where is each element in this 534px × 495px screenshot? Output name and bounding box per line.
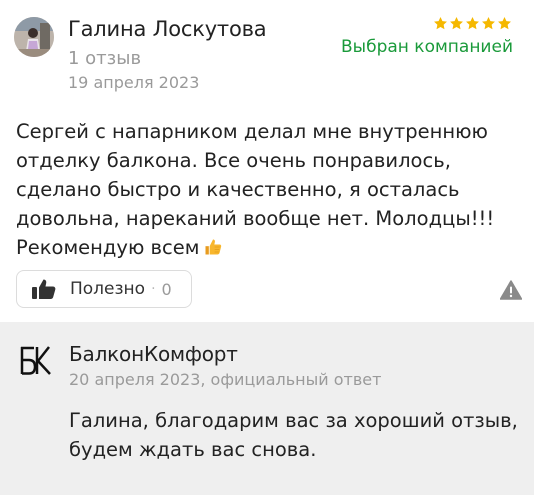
useful-button[interactable]: Полезно · 0 bbox=[16, 270, 192, 308]
thumbs-up-emoji-icon bbox=[205, 239, 222, 255]
reply-meta: 20 апреля 2023, официальный ответ bbox=[69, 370, 382, 389]
useful-count: 0 bbox=[161, 279, 172, 299]
thumbs-up-icon bbox=[32, 279, 56, 299]
company-name[interactable]: БалконКомфорт bbox=[69, 342, 238, 366]
star-icon bbox=[450, 16, 463, 30]
star-icon bbox=[466, 16, 479, 30]
useful-label: Полезно bbox=[70, 279, 146, 299]
rating-stars bbox=[433, 16, 512, 31]
review-card: Галина Лоскутова 1 отзыв 19 апреля 2023 … bbox=[0, 0, 534, 322]
author-name[interactable]: Галина Лоскутова bbox=[68, 17, 267, 41]
review-text: Сергей с напарником делал мне внутреннюю… bbox=[16, 117, 521, 262]
star-icon bbox=[434, 16, 447, 30]
company-logo-icon[interactable] bbox=[18, 343, 52, 379]
useful-separator: · bbox=[151, 281, 156, 297]
review-date: 19 апреля 2023 bbox=[68, 73, 200, 92]
avatar-photo bbox=[14, 17, 54, 57]
warning-icon[interactable] bbox=[500, 280, 522, 300]
author-review-count: 1 отзыв bbox=[68, 48, 142, 69]
star-icon bbox=[498, 16, 511, 30]
company-choice-badge: Выбран компанией bbox=[341, 37, 513, 57]
author-avatar[interactable] bbox=[14, 17, 54, 57]
company-reply: БалконКомфорт 20 апреля 2023, официальны… bbox=[0, 322, 534, 495]
star-icon bbox=[482, 16, 495, 30]
reply-text: Галина, благодарим вас за хороший отзыв,… bbox=[69, 409, 518, 461]
review-text-content: Сергей с напарником делал мне внутреннюю… bbox=[16, 120, 495, 259]
